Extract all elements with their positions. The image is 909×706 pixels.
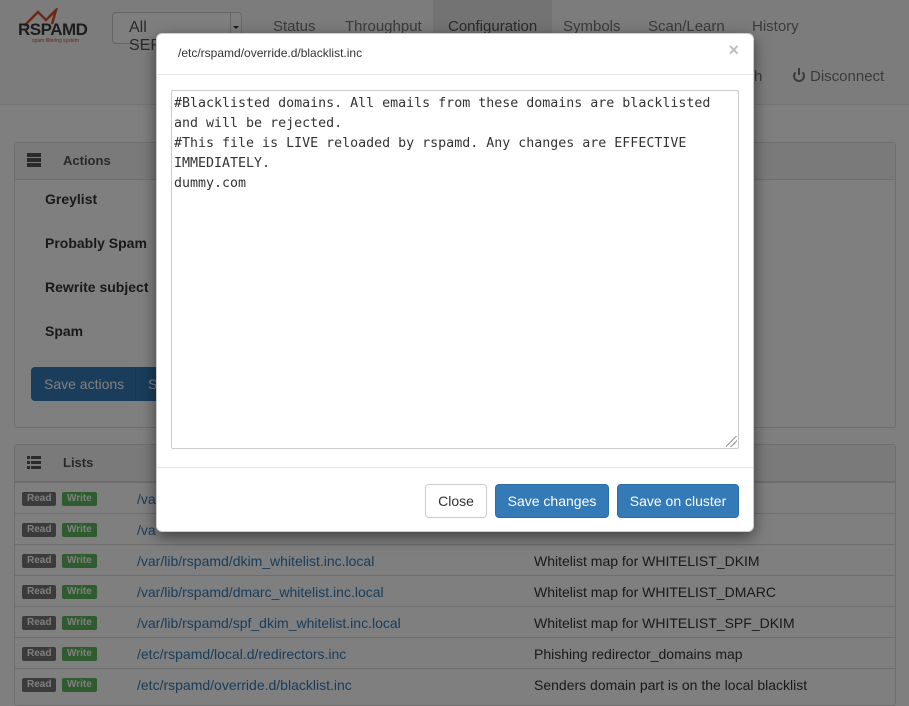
save-on-cluster-button[interactable]: Save on cluster — [617, 484, 739, 518]
editor-line: IMMEDIATELY. — [174, 156, 271, 171]
editor-line: dummy.com — [174, 176, 247, 191]
edit-map-modal: /etc/rspamd/override.d/blacklist.inc × #… — [156, 33, 754, 532]
resize-handle-icon[interactable] — [726, 436, 737, 447]
modal-title: /etc/rspamd/override.d/blacklist.inc — [178, 46, 363, 60]
map-content-textarea[interactable]: #Blacklisted domains. All emails from th… — [171, 90, 739, 449]
editor-line: #This file is LIVE reloaded by rspamd. A… — [174, 136, 687, 151]
editor-line: and will be rejected. — [174, 116, 343, 131]
close-button[interactable]: Close — [425, 484, 487, 518]
modal-header: /etc/rspamd/override.d/blacklist.inc × — [157, 34, 753, 75]
save-changes-button[interactable]: Save changes — [495, 484, 609, 518]
close-icon[interactable]: × — [728, 40, 739, 61]
modal-footer: Close Save changes Save on cluster — [157, 467, 753, 532]
editor-line: #Blacklisted domains. All emails from th… — [174, 96, 711, 111]
